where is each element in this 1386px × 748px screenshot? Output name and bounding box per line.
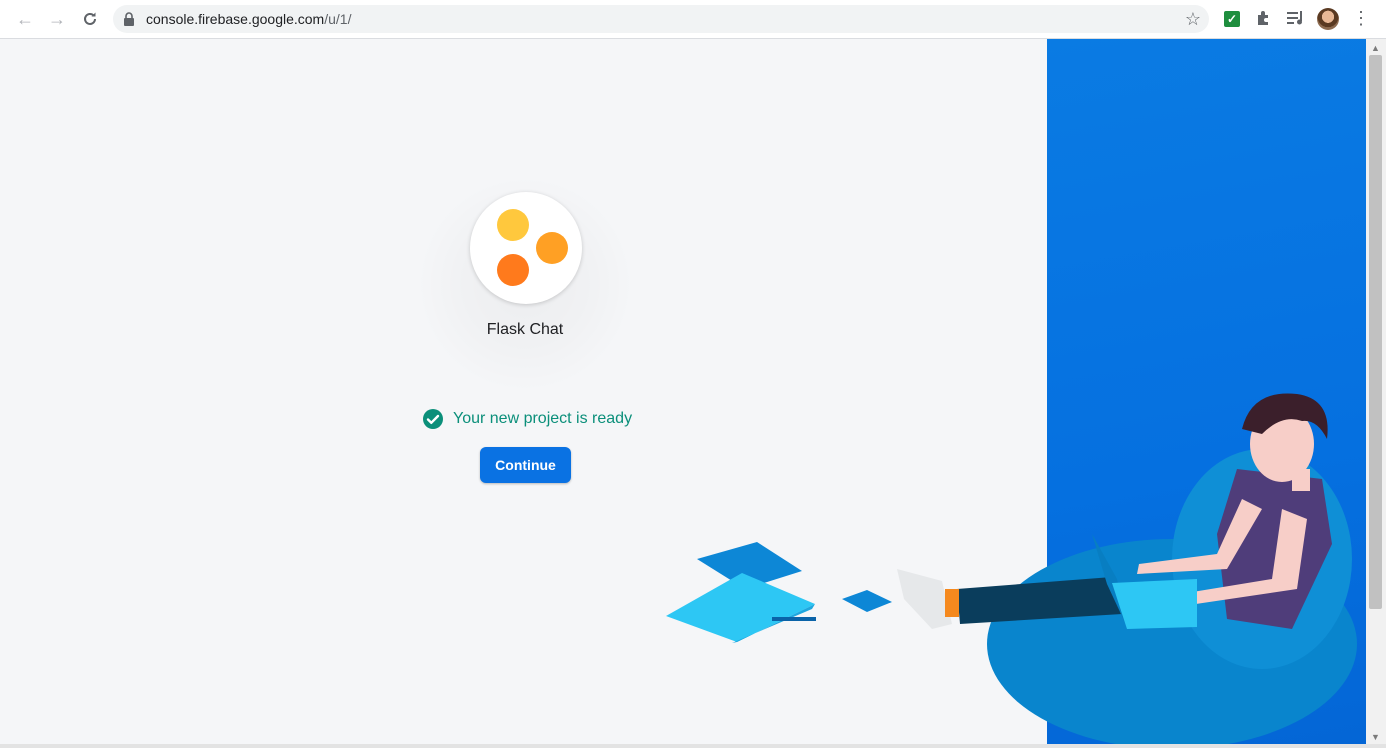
puzzle-icon[interactable] [1254,8,1274,28]
address-bar[interactable]: console.firebase.google.com/u/1/ ☆ [113,5,1209,33]
project-name: Flask Chat [486,321,564,338]
reload-icon[interactable] [77,6,103,32]
scroll-up-arrow-icon[interactable]: ▲ [1371,43,1380,53]
window-bottom-edge [0,744,1386,748]
continue-button[interactable]: Continue [480,447,571,483]
logo-dot-yellow [497,209,529,241]
scroll-thumb[interactable] [1369,55,1382,609]
media-control-icon[interactable] [1286,9,1306,27]
kebab-menu-icon[interactable]: ⋮ [1352,8,1370,29]
status-message: Your new project is ready [422,407,632,431]
extension-check-icon[interactable]: ✓ [1224,11,1240,27]
browser-toolbar: ← → console.firebase.google.com/u/1/ ☆ ✓… [0,0,1386,39]
url-path: /u/1/ [324,11,352,27]
scroll-down-arrow-icon[interactable]: ▼ [1371,732,1380,742]
url-host: console.firebase.google.com [146,11,325,27]
lock-icon [124,12,134,26]
status-text: Your new project is ready [453,410,633,427]
star-icon[interactable]: ☆ [1185,9,1201,30]
avatar[interactable] [1317,8,1339,30]
check-circle-icon [423,409,443,429]
project-logo [470,192,582,304]
logo-dot-orange [497,254,529,286]
forward-arrow-icon[interactable]: → [44,6,70,32]
person-on-beanbag-illustration [666,393,1357,744]
logo-dot-amber [536,232,568,264]
url-text: console.firebase.google.com/u/1/ [146,11,351,27]
back-arrow-icon[interactable]: ← [12,6,38,32]
vertical-scrollbar[interactable]: ▲ ▼ [1366,39,1386,744]
page-content: Flask Chat Your new project is ready Con… [2,39,1366,744]
